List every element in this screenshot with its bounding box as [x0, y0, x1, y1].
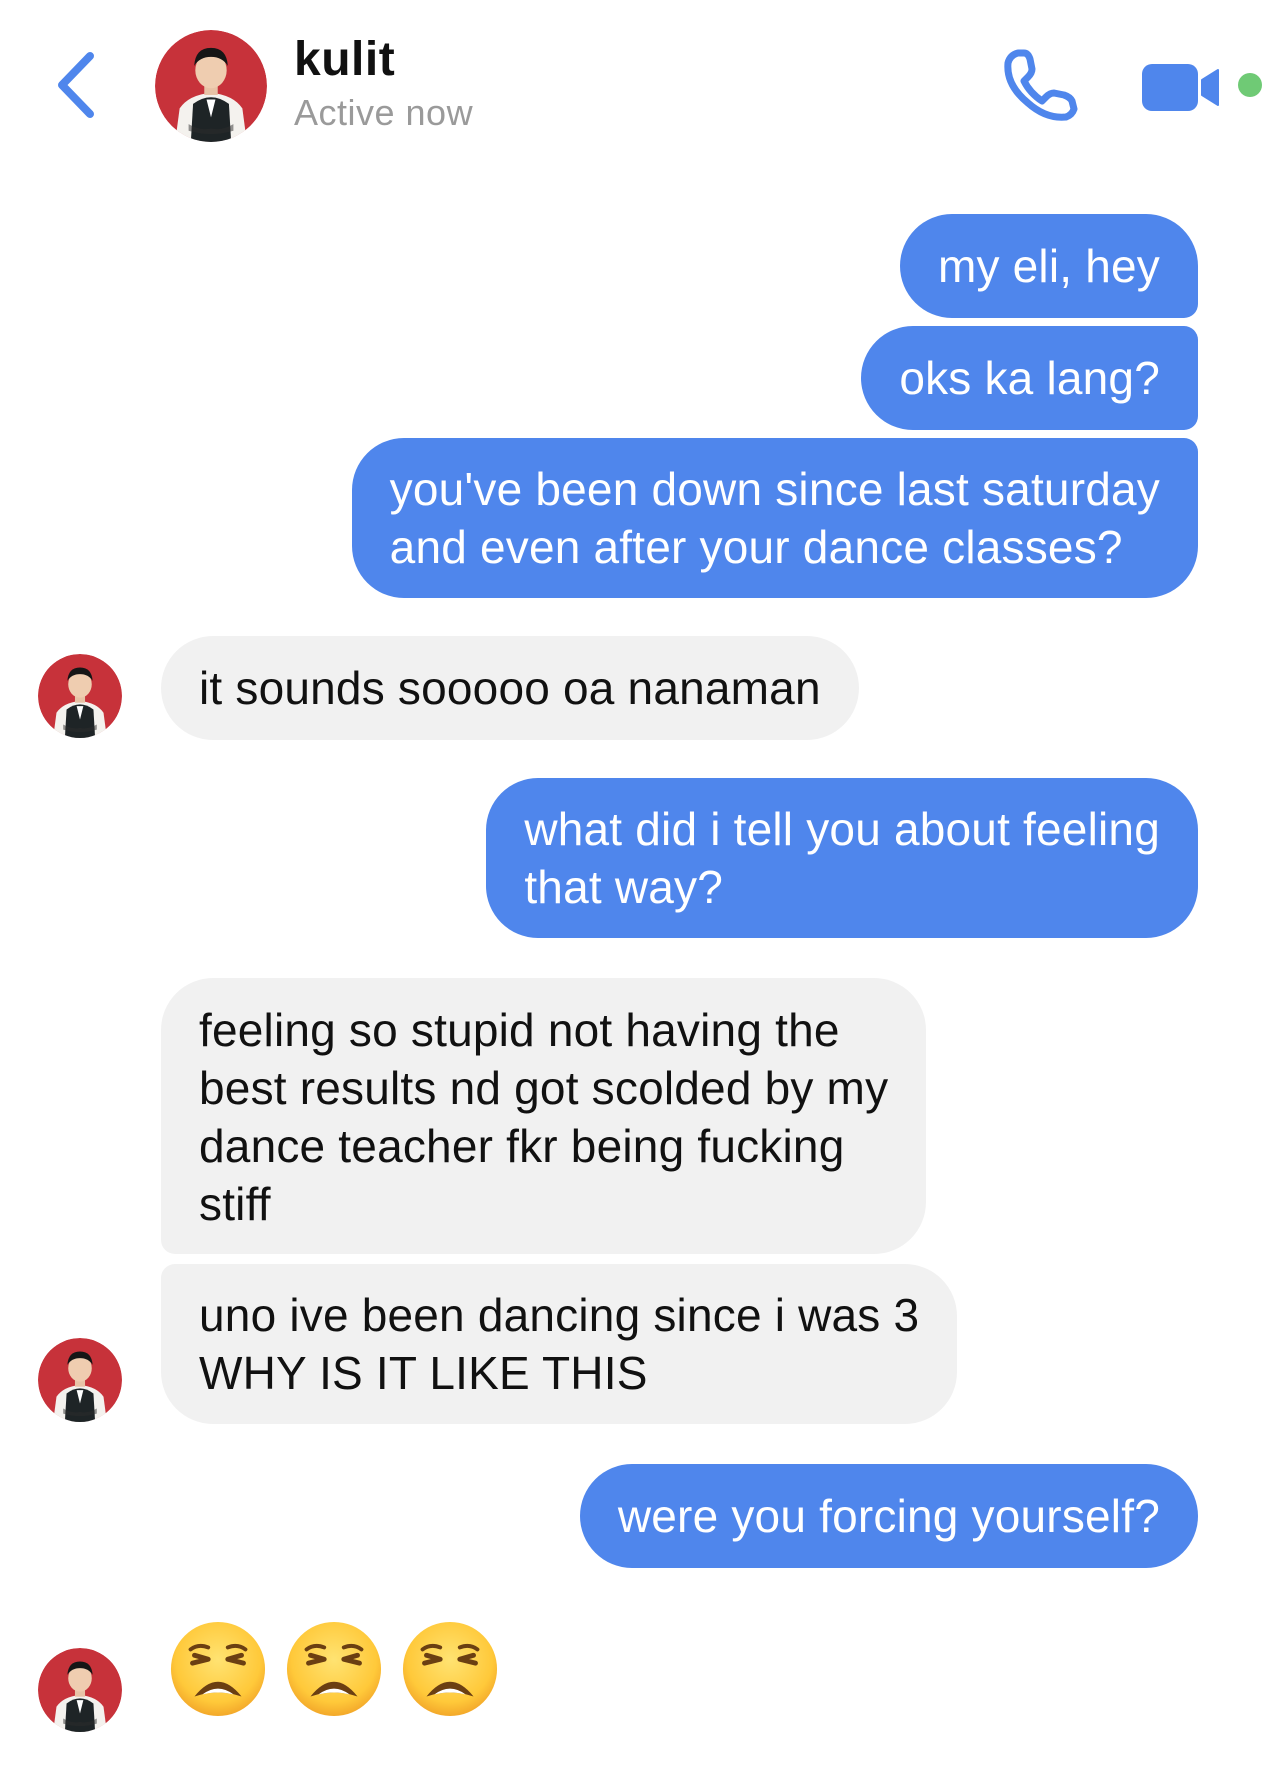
message-text: and even after your dance classes?: [389, 521, 1123, 573]
chevron-left-icon: [58, 52, 94, 118]
message-text: my eli, hey: [937, 240, 1160, 292]
weary-face-icon: [401, 1620, 499, 1718]
message-bubble-incoming[interactable]: it sounds sooooo oa nanaman: [161, 636, 859, 740]
message-bubble-outgoing[interactable]: were you forcing yourself?: [579, 1464, 1198, 1568]
weary-face-icon: [285, 1620, 383, 1718]
message-bubble-outgoing[interactable]: you've been down since last saturday and…: [351, 438, 1198, 598]
call-button[interactable]: [1000, 45, 1080, 125]
message-text: oks ka lang?: [899, 352, 1160, 404]
message-text: were you forcing yourself?: [617, 1490, 1160, 1542]
message-bubble-outgoing[interactable]: what did i tell you about feeling that w…: [486, 778, 1198, 938]
message-bubble-incoming[interactable]: feeling so stupid not having the best re…: [161, 978, 927, 1254]
message-text: uno ive been dancing since i was 3: [199, 1289, 920, 1341]
contact-status: Active now: [294, 92, 474, 133]
online-status-dot: [1238, 73, 1262, 97]
message-text: it sounds sooooo oa nanaman: [199, 662, 821, 714]
message-text: that way?: [524, 861, 724, 913]
message-text: WHY IS IT LIKE THIS: [199, 1347, 648, 1399]
back-button[interactable]: [52, 50, 102, 120]
message-bubble-outgoing[interactable]: oks ka lang?: [861, 326, 1198, 430]
sender-avatar[interactable]: [38, 1648, 122, 1732]
sender-avatar[interactable]: [38, 654, 122, 738]
chat-header: kulit Active now: [0, 0, 1284, 160]
message-text: what did i tell you about feeling: [524, 803, 1160, 855]
contact-name[interactable]: kulit: [294, 32, 395, 87]
video-camera-icon: [1142, 64, 1219, 111]
message-text: dance teacher fkr being fucking: [199, 1120, 845, 1172]
message-text: stiff: [199, 1178, 271, 1230]
sender-avatar[interactable]: [38, 1338, 122, 1422]
contact-avatar[interactable]: [155, 30, 267, 142]
message-text: best results nd got scolded by my: [199, 1062, 889, 1114]
message-text: feeling so stupid not having the: [199, 1004, 840, 1056]
message-text: you've been down since last saturday: [389, 463, 1160, 515]
message-bubble-outgoing[interactable]: my eli, hey: [899, 214, 1198, 318]
phone-icon: [1004, 49, 1078, 121]
video-call-button[interactable]: [1140, 60, 1225, 115]
message-bubble-incoming[interactable]: uno ive been dancing since i was 3 WHY I…: [161, 1264, 958, 1424]
weary-face-icon: [169, 1620, 267, 1718]
